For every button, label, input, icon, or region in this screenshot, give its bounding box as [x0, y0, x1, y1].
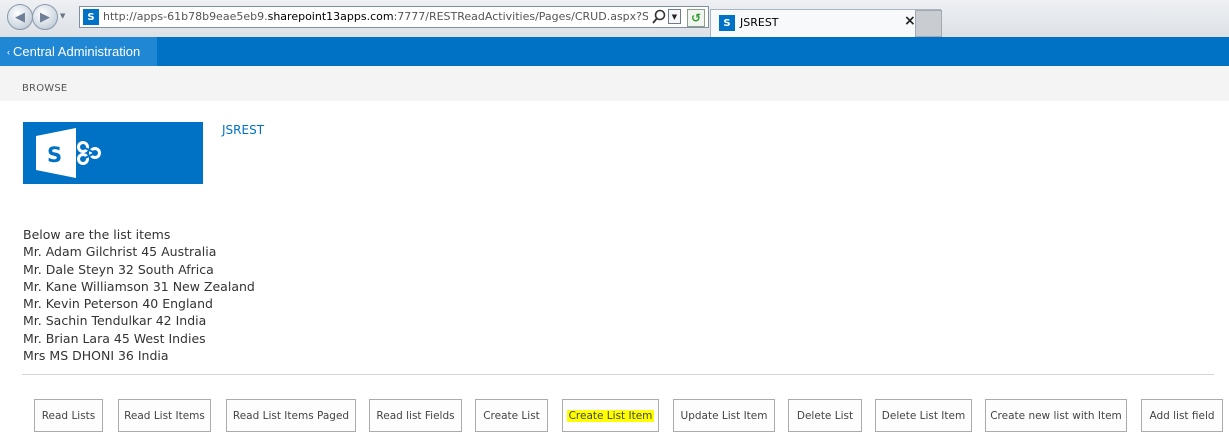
browser-toolbar: ◀ ▶ ▼ S http://apps-61b78b9eae5eb9.share… [0, 0, 1229, 38]
new-tab-button[interactable] [915, 10, 942, 37]
dropdown-icon[interactable]: ▼ [668, 9, 681, 24]
list-heading: Below are the list items [23, 227, 171, 242]
site-logo[interactable]: S [23, 122, 203, 184]
refresh-icon[interactable]: ↺ [687, 9, 705, 27]
forward-button[interactable]: ▶ [32, 4, 58, 30]
read-list-items-button[interactable]: Read List Items [118, 399, 211, 432]
close-icon[interactable]: × [904, 13, 916, 29]
address-bar[interactable]: S http://apps-61b78b9eae5eb9.sharepoint1… [79, 6, 709, 28]
ribbon: BROWSE [0, 66, 1229, 101]
list-item: Mr. Dale Steyn 32 South Africa [23, 261, 214, 277]
history-dropdown-icon[interactable]: ▼ [60, 12, 65, 20]
list-item: Mr. Brian Lara 45 West Indies [23, 330, 206, 346]
list-items-output: Below are the list items Mr. Adam Gilchr… [23, 226, 255, 364]
sharepoint-icon: S [719, 15, 735, 31]
central-administration-link[interactable]: ‹ Central Administration [0, 37, 157, 66]
list-item: Mr. Sachin Tendulkar 42 India [23, 313, 207, 329]
create-list-item-button[interactable]: Create List Item [562, 399, 659, 432]
read-list-items-paged-button[interactable]: Read List Items Paged [226, 399, 356, 432]
update-list-item-button[interactable]: Update List Item [673, 399, 775, 432]
create-list-item-label: Create List Item [566, 409, 655, 422]
tab-title: JSREST [740, 16, 779, 29]
tab-browse[interactable]: BROWSE [22, 83, 67, 94]
back-arrow-icon: ◀ [15, 9, 25, 25]
chevron-left-icon: ‹ [7, 46, 10, 57]
url-text[interactable]: http://apps-61b78b9eae5eb9.sharepoint13a… [103, 10, 648, 23]
list-item: Mr. Kevin Peterson 40 England [23, 296, 213, 312]
central-administration-label: Central Administration [13, 44, 141, 59]
suite-bar: ‹ Central Administration [0, 37, 1229, 66]
site-title[interactable]: JSREST [222, 123, 264, 137]
sharepoint-logo-icon: S [36, 128, 101, 178]
browser-tab[interactable]: S JSREST × [710, 9, 941, 37]
create-list-button[interactable]: Create List [475, 399, 548, 432]
list-item: Mr. Kane Williamson 31 New Zealand [23, 278, 255, 294]
read-list-fields-button[interactable]: Read list Fields [369, 399, 462, 432]
forward-arrow-icon: ▶ [40, 9, 50, 25]
search-icon[interactable] [651, 8, 667, 26]
divider [22, 374, 1214, 375]
list-item: Mrs MS DHONI 36 India [23, 348, 169, 364]
logo-letter: S [47, 143, 62, 167]
delete-list-item-button[interactable]: Delete List Item [875, 399, 972, 432]
create-new-list-with-item-button[interactable]: Create new list with Item [985, 399, 1127, 432]
sharepoint-icon: S [83, 9, 99, 25]
delete-list-button[interactable]: Delete List [788, 399, 862, 432]
add-list-field-button[interactable]: Add list field [1141, 399, 1223, 432]
list-item: Mr. Adam Gilchrist 45 Australia [23, 244, 217, 260]
read-lists-button[interactable]: Read Lists [34, 399, 103, 432]
back-button[interactable]: ◀ [7, 4, 33, 30]
